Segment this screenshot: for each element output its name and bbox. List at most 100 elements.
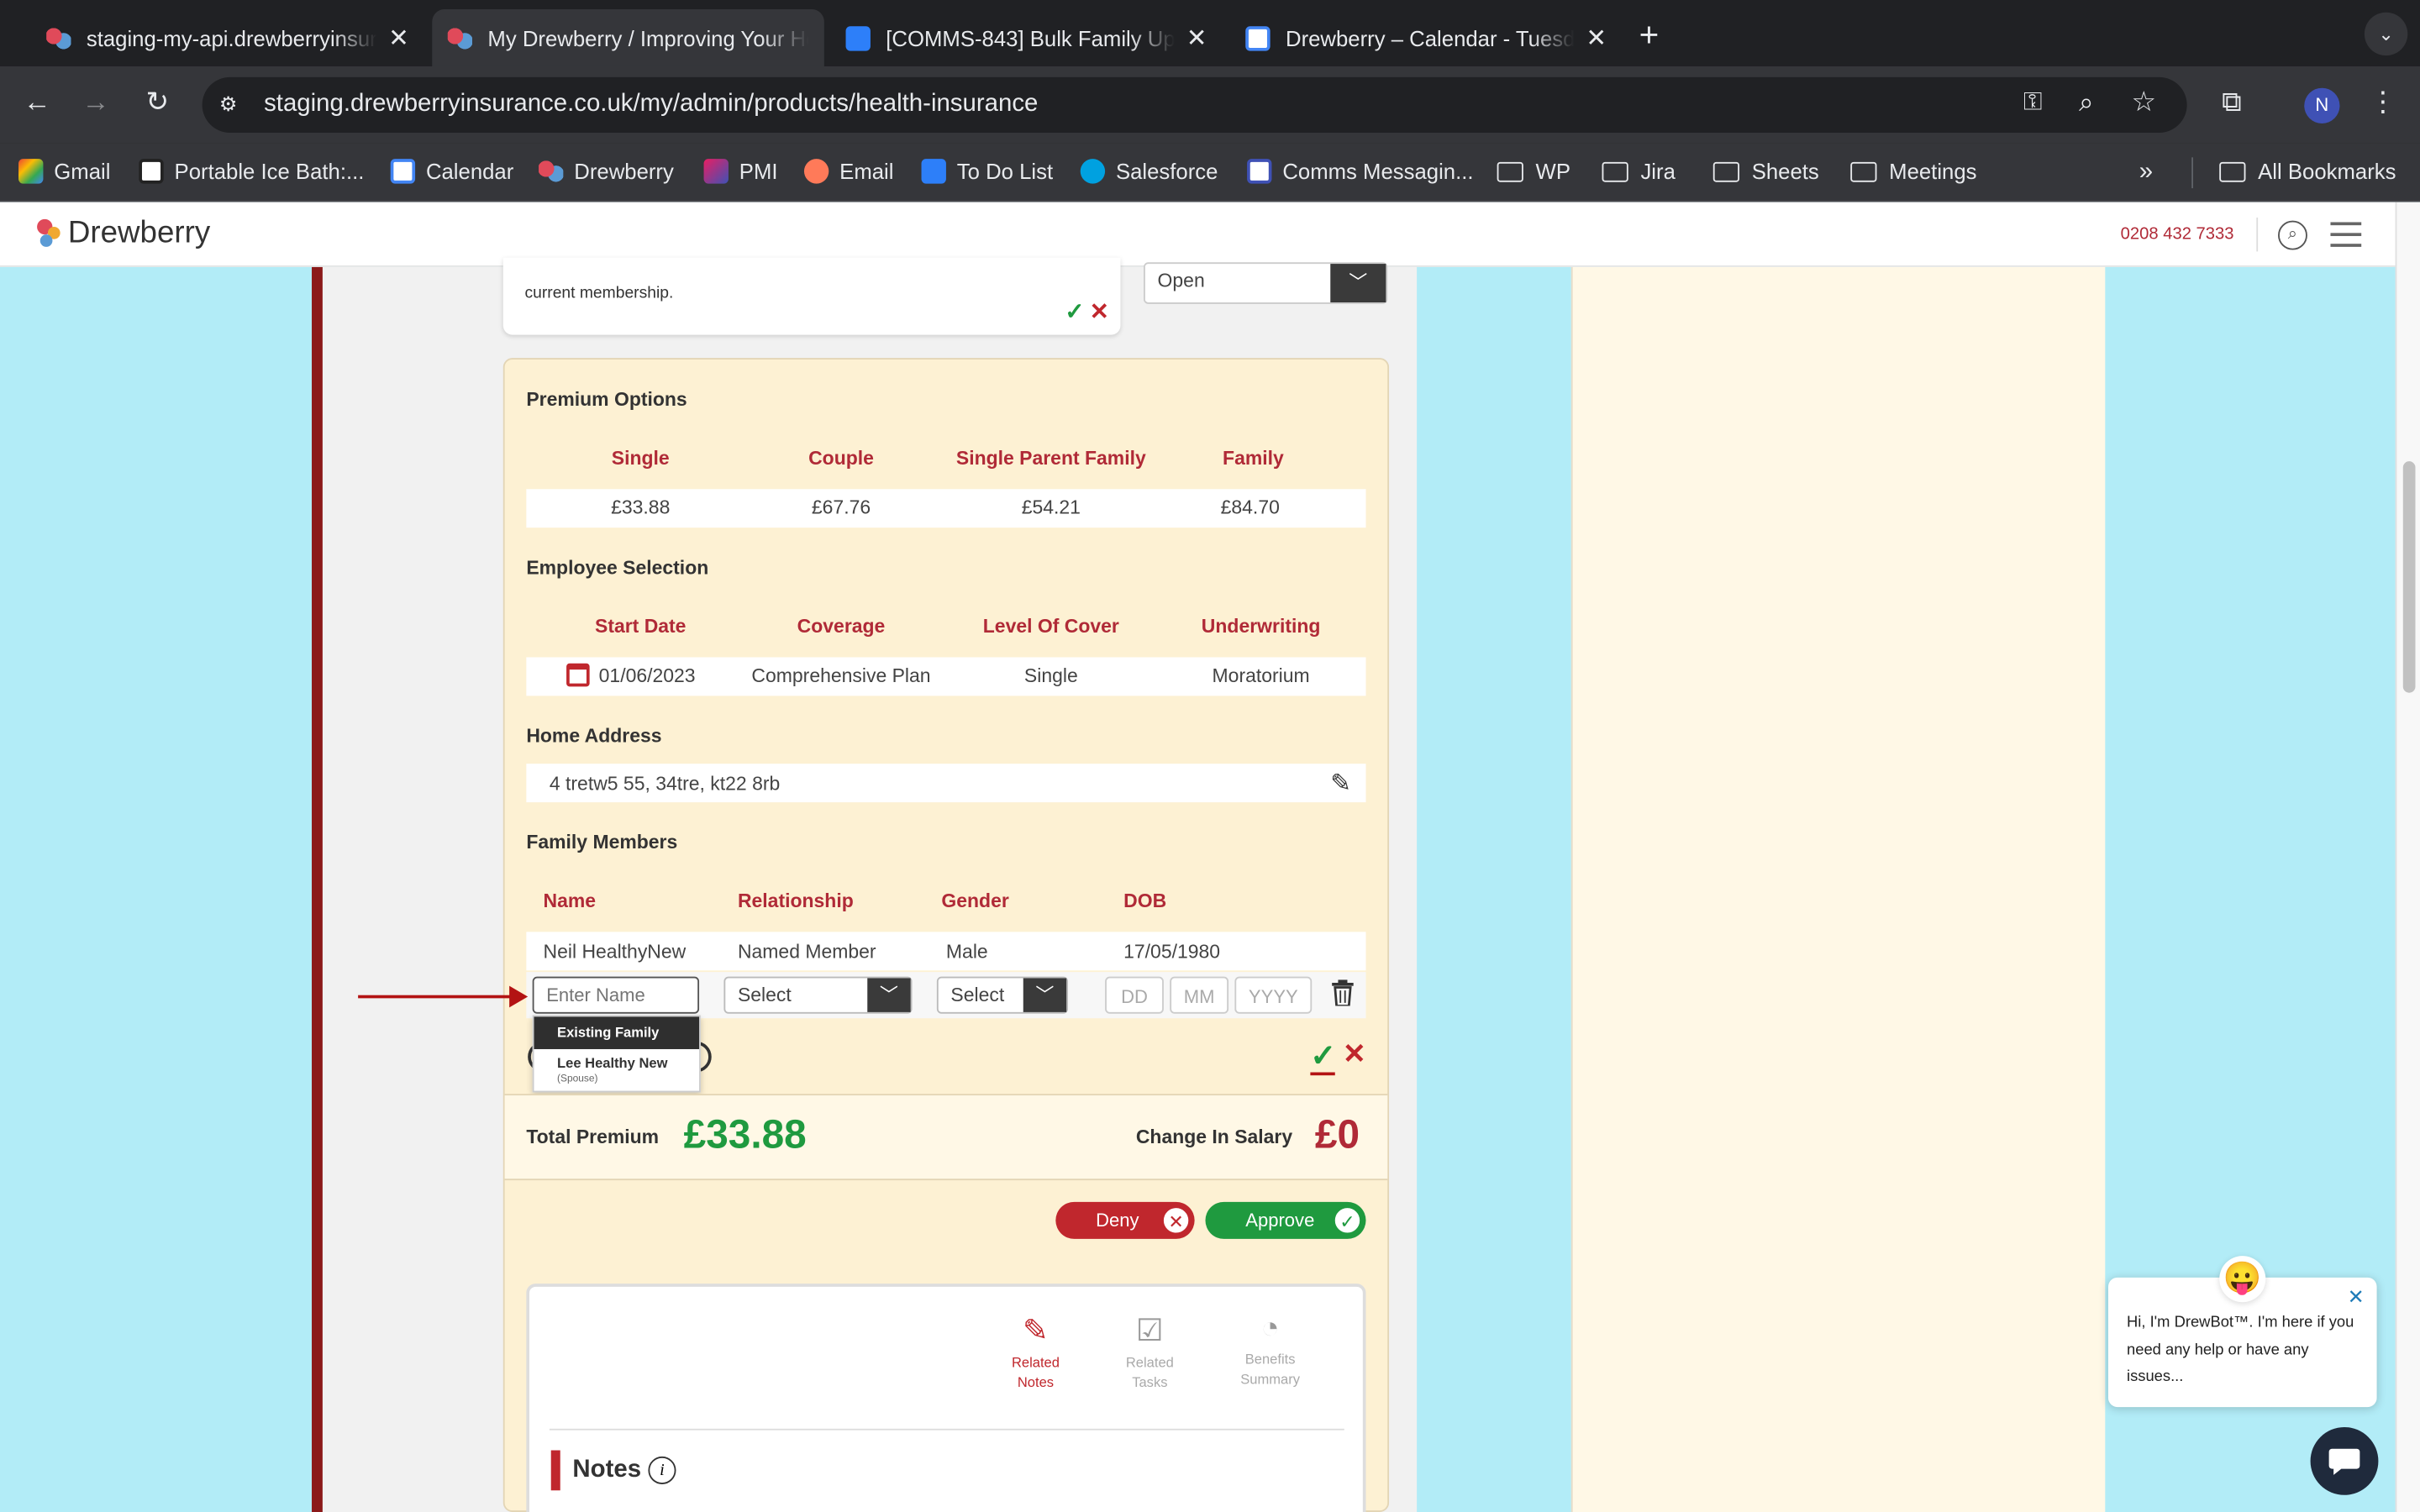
- dropdown-option-lee[interactable]: Lee Healthy New (Spouse): [534, 1049, 700, 1091]
- browser-tab[interactable]: staging-my-api.drewberryinsurance.co.uk …: [31, 9, 424, 66]
- hubspot-icon: [803, 159, 829, 184]
- site-info-icon[interactable]: ⚙: [219, 92, 244, 117]
- gmail-icon: [18, 159, 44, 184]
- reject-x-icon[interactable]: ✕: [1090, 297, 1109, 325]
- bookmark-folder-jira[interactable]: Jira: [1602, 159, 1676, 184]
- edit-pencil-icon[interactable]: ✎: [1330, 769, 1351, 800]
- bookmark-pmi[interactable]: PMI: [703, 159, 778, 184]
- zoom-icon[interactable]: ⌕: [2079, 88, 2094, 119]
- bookmark-gmail[interactable]: Gmail: [18, 159, 111, 184]
- trash-icon[interactable]: [1332, 979, 1354, 1007]
- back-icon[interactable]: ←: [18, 87, 55, 119]
- chatbot-close-icon[interactable]: ✕: [2348, 1285, 2365, 1310]
- cancel-x-icon[interactable]: ✕: [1343, 1038, 1366, 1071]
- check-underline: [1310, 1072, 1335, 1076]
- gender-select[interactable]: Select ﹀: [936, 976, 1069, 1014]
- chevron-down-icon: ﹀: [1330, 264, 1386, 303]
- new-tab-button[interactable]: +: [1639, 15, 1660, 55]
- pmi-icon: [703, 159, 729, 184]
- extensions-icon[interactable]: ⧉: [2213, 87, 2250, 119]
- reload-icon[interactable]: ↻: [139, 87, 176, 119]
- bookmark-salesforce[interactable]: Salesforce: [1080, 159, 1218, 184]
- dob-day-input[interactable]: DD: [1105, 976, 1164, 1014]
- bookmark-label: Gmail: [54, 159, 111, 184]
- address-bar[interactable]: ⚙ staging.drewberryinsurance.co.uk/my/ad…: [202, 76, 2187, 133]
- header-start-date: Start Date: [595, 615, 687, 638]
- key-icon[interactable]: ⚿: [2023, 90, 2042, 118]
- calendar-icon[interactable]: [566, 663, 590, 687]
- bookmark-drewberry[interactable]: Drewberry: [539, 159, 674, 184]
- url-text[interactable]: staging.drewberryinsurance.co.uk/my/admi…: [264, 91, 1038, 118]
- menu-icon[interactable]: ⋮: [2365, 87, 2402, 119]
- premium-value-single-parent: £54.21: [1021, 496, 1081, 519]
- chat-launcher-button[interactable]: [2310, 1426, 2379, 1495]
- dob-month-input[interactable]: MM: [1170, 976, 1229, 1014]
- member-gender: Male: [945, 941, 988, 963]
- calendar-favicon: [1245, 25, 1270, 50]
- approve-button[interactable]: Approve ✓: [1205, 1201, 1366, 1239]
- search-icon[interactable]: ⌕: [2278, 220, 2307, 250]
- premium-header-couple: Couple: [808, 447, 874, 470]
- member-relationship: Named Member: [737, 941, 876, 963]
- tab-search-button[interactable]: ⌄: [2364, 12, 2408, 56]
- browser-tab[interactable]: Drewberry – Calendar - Tuesday ✕: [1230, 9, 1623, 66]
- save-check-icon[interactable]: ✓: [1310, 1037, 1336, 1075]
- dob-year-input[interactable]: YYYY: [1234, 976, 1313, 1014]
- close-tab-icon[interactable]: ✕: [388, 23, 409, 54]
- site-logo-text[interactable]: Drewberry: [68, 216, 210, 251]
- close-tab-icon[interactable]: ✕: [1586, 23, 1607, 54]
- tab-title: My Drewberry / Improving Your Health Ins…: [487, 25, 808, 50]
- folder-icon: [2219, 160, 2246, 181]
- bookmark-label: WP: [1535, 159, 1570, 184]
- page-scrollbar[interactable]: [2395, 202, 2420, 1512]
- salesforce-cloud-icon: [1080, 159, 1106, 184]
- member-name: Neil HealthyNew: [543, 941, 687, 963]
- bookmark-label: To Do List: [956, 159, 1054, 184]
- message-text: current membership.: [524, 283, 674, 303]
- close-tab-icon[interactable]: ✕: [1186, 23, 1207, 54]
- scrollbar-thumb[interactable]: [2402, 461, 2416, 693]
- info-icon[interactable]: i: [648, 1456, 676, 1484]
- bookmark-calendar[interactable]: Calendar: [390, 159, 514, 184]
- premium-value-single: £33.88: [611, 496, 671, 519]
- bookmark-label: Calendar: [425, 159, 514, 184]
- todo-icon: [921, 159, 946, 184]
- deny-button[interactable]: Deny ✕: [1055, 1201, 1195, 1239]
- new-member-name-input[interactable]: [532, 976, 700, 1014]
- relationship-select[interactable]: Select ﹀: [723, 976, 913, 1014]
- tab-label: Benefits Summary: [1240, 1351, 1300, 1388]
- bookmark-folder-sheets[interactable]: Sheets: [1712, 159, 1819, 184]
- tab-related-tasks[interactable]: ☑ Related Tasks: [1114, 1311, 1185, 1393]
- dropdown-group-header: Existing Family: [534, 1016, 700, 1049]
- hamburger-menu-icon[interactable]: [2330, 222, 2362, 247]
- all-bookmarks[interactable]: All Bookmarks: [2219, 159, 2396, 184]
- total-premium-label: Total Premium: [526, 1126, 660, 1148]
- bookmark-ice-bath[interactable]: Portable Ice Bath:...: [139, 159, 364, 184]
- bookmark-star-icon[interactable]: ☆: [2132, 87, 2157, 119]
- bookmark-folder-wp[interactable]: WP: [1497, 159, 1570, 184]
- accept-check-icon[interactable]: ✓: [1065, 297, 1084, 325]
- change-in-salary-label: Change In Salary: [1135, 1126, 1293, 1148]
- divider: [504, 1179, 1388, 1181]
- tab-benefits-summary[interactable]: ◔ Benefits Summary: [1232, 1311, 1309, 1390]
- bookmark-comms[interactable]: Comms Messagin...: [1247, 159, 1474, 184]
- profile-avatar[interactable]: N: [2304, 87, 2340, 123]
- tab-title: Drewberry – Calendar - Tuesday: [1286, 25, 1574, 50]
- status-select[interactable]: Open ﹀: [1144, 262, 1388, 304]
- tab-related-notes[interactable]: ✎ Related Notes: [1000, 1311, 1071, 1393]
- bookmark-label: PMI: [739, 159, 778, 184]
- message-card: current membership. ✓ ✕: [502, 257, 1121, 335]
- bookmark-todo[interactable]: To Do List: [921, 159, 1054, 184]
- bookmark-folder-meetings[interactable]: Meetings: [1850, 159, 1977, 184]
- deny-x-icon: ✕: [1160, 1205, 1192, 1236]
- folder-icon: [1602, 160, 1628, 181]
- browser-tab-active[interactable]: My Drewberry / Improving Your Health Ins…: [432, 9, 824, 66]
- browser-tab[interactable]: [COMMS-843] Bulk Family Upload ✕: [830, 9, 1223, 66]
- ice-bath-icon: [139, 159, 164, 184]
- more-bookmarks-icon[interactable]: »: [2139, 159, 2153, 186]
- forward-icon[interactable]: →: [77, 87, 114, 119]
- phone-number[interactable]: 0208 432 7333: [2121, 225, 2234, 244]
- bookmark-email[interactable]: Email: [803, 159, 893, 184]
- chatbot-message: Hi, I'm DrewBot™. I'm here if you need a…: [2127, 1314, 2354, 1386]
- header-name: Name: [543, 890, 597, 912]
